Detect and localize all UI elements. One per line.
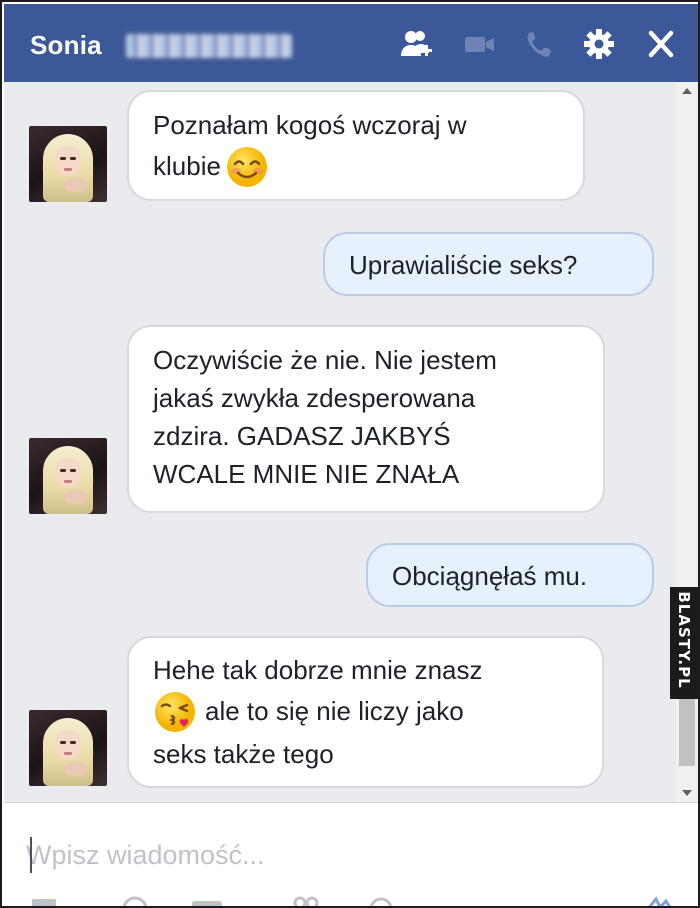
message-composer (4, 802, 698, 906)
emoji-icon[interactable] (288, 895, 322, 906)
message-bubble-incoming[interactable]: Poznałam kogoś wczoraj w klubie (127, 90, 585, 201)
text-caret (30, 837, 32, 873)
gif-icon[interactable] (190, 895, 224, 906)
message-input[interactable] (26, 833, 646, 877)
watermark-text: BLASTY.PL (675, 591, 693, 689)
kissing-face-icon (153, 690, 197, 734)
message-text: Obciągnęłaś mu. (392, 561, 588, 591)
phone-call-icon[interactable] (524, 28, 558, 60)
scroll-up-arrow-icon[interactable] (682, 88, 692, 94)
message-text: klubie (153, 145, 559, 189)
message-bubble-incoming[interactable]: Oczywiście że nie. Nie jestem jakaś zwyk… (127, 325, 605, 513)
contact-name[interactable]: Sonia (30, 30, 102, 61)
message-text: jakaś zwykła zdesperowana (153, 383, 476, 413)
smiling-face-icon (225, 145, 269, 189)
scroll-down-arrow-icon[interactable] (682, 790, 692, 796)
message-text: ale to się nie liczy jako (153, 690, 578, 734)
message-text: WCALE MNIE NIE ZNAŁA (153, 459, 460, 489)
like-icon[interactable] (644, 895, 678, 906)
message-text: Poznałam kogoś wczoraj w (153, 110, 467, 140)
message-text: zdzira. GADASZ JAKBYŚ (153, 421, 451, 451)
message-bubble-outgoing[interactable]: Obciągnęłaś mu. (366, 543, 654, 607)
watermark: BLASTY.PL (670, 587, 698, 699)
message-bubble-outgoing[interactable]: Uprawialiście seks? (323, 232, 654, 296)
settings-gear-icon[interactable] (582, 28, 616, 60)
message-bubble-incoming[interactable]: Hehe tak dobrze mnie znasz ale to się ni… (127, 636, 604, 788)
camera-icon[interactable] (364, 895, 398, 906)
contact-avatar[interactable] (29, 710, 107, 786)
message-text: Uprawialiście seks? (349, 250, 578, 280)
add-friend-icon[interactable] (400, 28, 434, 60)
message-text: Hehe tak dobrze mnie znasz (153, 655, 483, 685)
message-text: seks także tego (153, 739, 334, 769)
message-text: Oczywiście że nie. Nie jestem (153, 345, 497, 375)
attach-icon[interactable] (28, 895, 62, 906)
message-list[interactable]: Poznałam kogoś wczoraj w klubie Uprawial… (4, 82, 698, 802)
contact-avatar[interactable] (29, 126, 107, 202)
blurred-surname (126, 34, 292, 58)
close-icon[interactable] (644, 28, 678, 60)
chat-header: Sonia (4, 4, 698, 82)
contact-avatar[interactable] (29, 438, 107, 514)
sticker-icon[interactable] (118, 895, 152, 906)
video-call-icon[interactable] (462, 28, 496, 60)
chat-window: Sonia Poznałam kogoś wczoraj w klubie Up… (0, 0, 700, 908)
